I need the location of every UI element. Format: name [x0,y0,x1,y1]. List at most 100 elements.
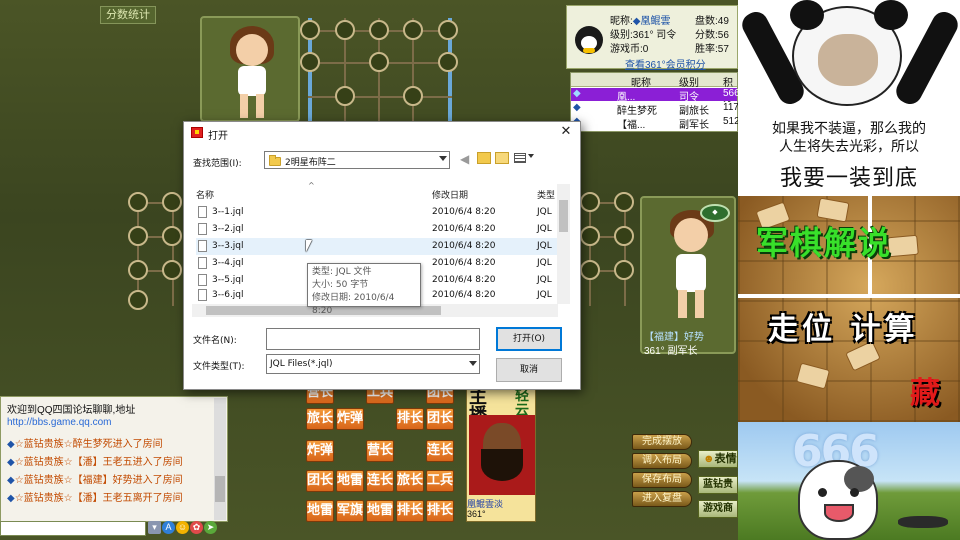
piece-tile[interactable]: 地雷 [336,470,364,492]
junqi-title: 军棋解说 [756,224,893,262]
diamond-icon: ◆ [573,88,581,99]
player-row[interactable]: ◆ 【福... 副军长 512 [571,116,738,131]
smiley-icon[interactable]: ☺ [176,521,189,534]
piece-tile[interactable]: 团长 [426,408,454,430]
diamond-icon: ◆ [7,439,15,450]
junqi-commentary-banner: 军棋解说 走位 计算 藏 [738,196,960,422]
sort-up-icon: ^ [308,181,315,190]
look-in-combo[interactable]: 2明星布阵二 [264,151,450,169]
chat-scrollbar[interactable] [214,398,226,520]
chevron-down-icon [439,156,447,161]
cancel-button[interactable]: 取消 [496,358,562,382]
dialog-titlebar: 打开 ✕ [184,122,580,144]
file-row[interactable]: 3--2.jql 2010/6/4 8:20 JQL [196,221,558,238]
load-layout-button[interactable]: 调入布局 [632,453,692,469]
top-board [300,12,460,122]
chat-link[interactable]: http://bbs.game.qq.com [7,417,112,428]
qq-penguin-icon [575,26,603,54]
top-player-avatar [200,16,300,122]
color-icon[interactable]: A [162,521,175,534]
player-list-header: 昵称 级别 积分 [571,73,737,104]
flower-icon[interactable]: ✿ [190,521,203,534]
right-player-rank: 361° 副军长 [644,346,698,357]
col-name-header[interactable]: 名称 [196,188,214,201]
game-shop-button[interactable]: 游戏商 [698,500,738,518]
piece-tile[interactable]: 团长 [306,470,334,492]
file-row[interactable]: 3--3.jql 2010/6/4 8:20 JQL [196,238,558,255]
save-layout-button[interactable]: 保存布局 [632,472,692,488]
file-icon [198,257,207,269]
piece-tile[interactable]: 军旗 [336,500,364,522]
filetype-label: 文件类型(T): [193,362,245,372]
piece-tile[interactable]: 地雷 [306,500,334,522]
piece-tile[interactable]: 排长 [396,500,424,522]
file-row[interactable]: 3--1.jql 2010/6/4 8:20 JQL [196,204,558,221]
panda-meme-line2: 人生将失去光彩，所以 [779,139,919,155]
chat-input[interactable] [0,521,146,536]
chat-line: 欢迎到QQ四国论坛聊聊,地址 [7,405,136,416]
piece-tile[interactable]: 旅长 [396,470,424,492]
bottom-board: 营长 工兵 团长 旅长 炸弹 排长 团长 炸弹 营长 连长 团长 地雷 连长 旅… [300,382,466,522]
new-folder-icon[interactable] [495,152,509,164]
back-icon[interactable]: ◀ [460,152,469,166]
filename-input[interactable] [266,328,480,350]
diamond-icon: ◆ [573,102,581,113]
file-icon [198,289,207,301]
piece-tile[interactable]: 排长 [426,500,454,522]
player-list: 昵称 级别 积分 ◆ 凰... 司令 566 ◆ 醉生梦死 副旅长 117 ◆ … [570,72,738,132]
piece-tile[interactable]: 连长 [426,440,454,462]
file-icon [198,206,207,218]
cat-icon [798,460,878,540]
panda-meme-line1: 如果我不装逼，那么我的 [772,121,926,137]
finish-layout-button[interactable]: 完成摆放 [632,434,692,450]
junqi-subtitle-2: 藏 [910,376,940,411]
diamond-icon: ◆ [7,475,15,486]
diamond-icon: ◆ [7,457,15,468]
file-list-vscrollbar[interactable] [557,184,570,304]
send-icon[interactable]: ➤ [204,521,217,534]
panda-meme-line3: 我要一装到底 [779,166,918,191]
open-button[interactable]: 打开(O) [496,327,562,351]
file-icon [198,223,207,235]
info-nick-row: 昵称:◆凰鲲雲 [610,16,671,27]
replay-button[interactable]: 进入复盘 [632,491,692,507]
diamond-icon: ◆ [7,493,15,504]
player-row[interactable]: ◆ 凰... 司令 566 [571,88,738,103]
piece-tile[interactable]: 排长 [396,408,424,430]
right-player-card: ◆ 【福建】好势 361° 副军长 [640,196,736,357]
piece-tile[interactable]: 炸弹 [336,408,364,430]
piece-tile[interactable]: 旅长 [306,408,334,430]
cat-666-image: 666 [738,422,960,540]
emoji-button[interactable]: ☻表情 [698,450,738,468]
emoji-icon: ☻ [703,453,715,465]
chat-line: ◆☆蓝钻贵族☆【潘】王老五进入了房间 [7,457,183,468]
host-photo [469,415,535,495]
piece-tile[interactable]: 炸弹 [306,440,334,462]
piece-tile[interactable]: 工兵 [426,470,454,492]
score-stats-button[interactable]: 分数统计 [100,6,156,24]
mouse-cursor-icon [306,240,318,252]
vip-points-link[interactable]: 查看361°会员积分 [625,56,706,71]
blue-diamond-button[interactable]: 蓝钻贵 [698,476,738,494]
filetype-select[interactable]: JQL Files(*.jql) [266,354,480,374]
up-folder-icon[interactable] [477,152,491,164]
junqi-subtitle: 走位 计算 [768,312,919,347]
view-menu-icon[interactable] [514,153,526,163]
host-player-card: 主播 轻云淡 凰鲲雲淡 361° [466,388,536,522]
chat-line: ◆☆蓝钻贵族☆醉生梦死进入了房间 [7,439,163,450]
panda-meme-image: 如果我不装逼，那么我的 人生将失去光彩，所以 我要一装到底 [738,0,960,196]
piece-tile[interactable]: 地雷 [366,500,394,522]
col-date-header[interactable]: 修改日期 [432,188,468,201]
close-icon[interactable]: ✕ [558,124,574,140]
dropdown-icon[interactable]: ▾ [148,521,161,534]
right-board [580,190,636,310]
chevron-down-icon[interactable] [528,154,534,158]
player-row[interactable]: ◆ 醉生梦死 副旅长 117 [571,102,738,117]
chat-panel: 欢迎到QQ四国论坛聊聊,地址 http://bbs.game.qq.com ◆☆… [0,396,228,522]
piece-tile[interactable]: 营长 [366,440,394,462]
file-icon [198,274,207,286]
left-board [128,190,184,310]
dialog-title: 打开 [208,131,228,142]
col-type-header[interactable]: 类型 [537,188,555,201]
piece-tile[interactable]: 连长 [366,470,394,492]
